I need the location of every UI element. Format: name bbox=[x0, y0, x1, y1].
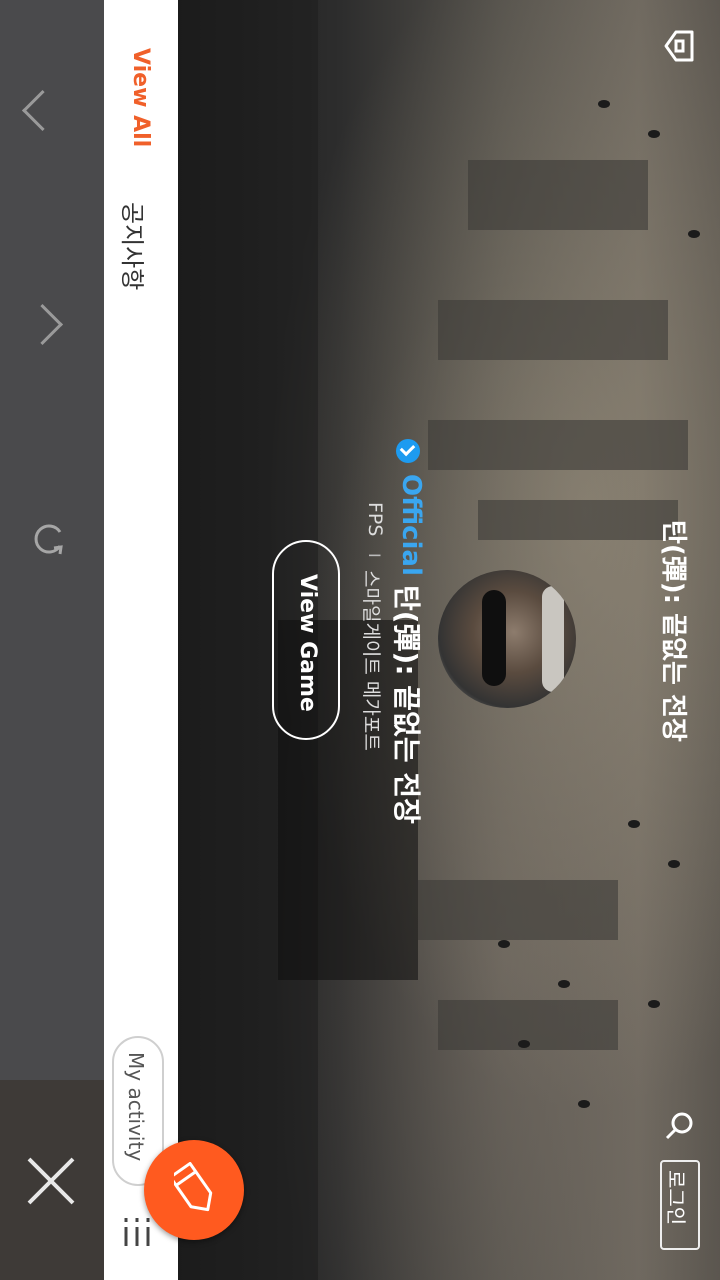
view-game-label: View Game bbox=[295, 574, 320, 712]
official-label: Official bbox=[396, 474, 426, 576]
game-avatar bbox=[438, 570, 576, 708]
search-icon[interactable] bbox=[664, 1110, 696, 1142]
info-separator: I bbox=[365, 553, 384, 558]
header-game-title: 탄(彈): 끝없는 전장 bbox=[658, 520, 688, 742]
game-genre: FPS bbox=[364, 502, 386, 537]
verified-check-icon bbox=[396, 439, 420, 463]
home-icon[interactable] bbox=[662, 28, 698, 64]
refresh-icon[interactable] bbox=[30, 520, 68, 558]
game-name: 탄(彈): 끝없는 전장 bbox=[390, 585, 423, 824]
notice-title[interactable]: 공지사항 bbox=[117, 202, 152, 290]
menu-list-icon[interactable] bbox=[122, 1214, 152, 1250]
game-publisher: 스마일게이트 메가포트 bbox=[360, 570, 382, 751]
my-activity-label: My activity bbox=[124, 1052, 148, 1162]
view-all-link[interactable]: View All bbox=[128, 48, 153, 147]
pencil-icon bbox=[174, 1162, 213, 1212]
close-icon[interactable] bbox=[26, 1156, 76, 1206]
login-label: 로그인 bbox=[664, 1170, 688, 1226]
write-post-button[interactable] bbox=[144, 1140, 244, 1240]
